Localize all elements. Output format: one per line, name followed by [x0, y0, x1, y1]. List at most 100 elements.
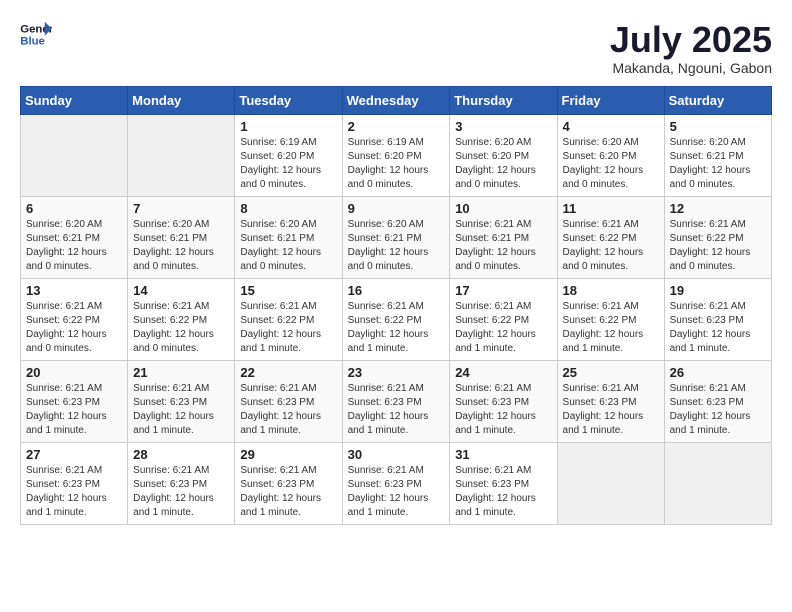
- location-subtitle: Makanda, Ngouni, Gabon: [610, 60, 772, 76]
- day-info: Sunrise: 6:21 AM Sunset: 6:22 PM Dayligh…: [240, 300, 336, 356]
- logo: General Blue: [20, 20, 52, 48]
- day-info: Sunrise: 6:21 AM Sunset: 6:23 PM Dayligh…: [348, 464, 445, 520]
- svg-text:Blue: Blue: [20, 36, 45, 48]
- calendar-cell: 28 Sunrise: 6:21 AM Sunset: 6:23 PM Dayli…: [128, 442, 235, 524]
- day-number: 22: [240, 365, 336, 380]
- day-info: Sunrise: 6:20 AM Sunset: 6:21 PM Dayligh…: [133, 218, 229, 274]
- day-number: 4: [563, 119, 659, 134]
- day-info: Sunrise: 6:19 AM Sunset: 6:20 PM Dayligh…: [240, 136, 336, 192]
- calendar-cell: 16 Sunrise: 6:21 AM Sunset: 6:22 PM Dayli…: [342, 278, 450, 360]
- calendar-cell: 25 Sunrise: 6:21 AM Sunset: 6:23 PM Dayli…: [557, 360, 664, 442]
- calendar-cell: 3 Sunrise: 6:20 AM Sunset: 6:20 PM Daylig…: [450, 114, 557, 196]
- day-info: Sunrise: 6:20 AM Sunset: 6:21 PM Dayligh…: [26, 218, 122, 274]
- day-number: 18: [563, 283, 659, 298]
- day-info: Sunrise: 6:20 AM Sunset: 6:20 PM Dayligh…: [455, 136, 551, 192]
- calendar-cell: 1 Sunrise: 6:19 AM Sunset: 6:20 PM Daylig…: [235, 114, 342, 196]
- day-number: 13: [26, 283, 122, 298]
- day-info: Sunrise: 6:19 AM Sunset: 6:20 PM Dayligh…: [348, 136, 445, 192]
- header-monday: Monday: [128, 86, 235, 114]
- day-info: Sunrise: 6:21 AM Sunset: 6:21 PM Dayligh…: [455, 218, 551, 274]
- day-info: Sunrise: 6:21 AM Sunset: 6:23 PM Dayligh…: [26, 464, 122, 520]
- calendar-cell: 19 Sunrise: 6:21 AM Sunset: 6:23 PM Dayli…: [664, 278, 771, 360]
- day-info: Sunrise: 6:21 AM Sunset: 6:23 PM Dayligh…: [670, 382, 766, 438]
- calendar-week-3: 13 Sunrise: 6:21 AM Sunset: 6:22 PM Dayli…: [21, 278, 772, 360]
- day-info: Sunrise: 6:21 AM Sunset: 6:23 PM Dayligh…: [133, 382, 229, 438]
- calendar-cell: 22Sunrise: 6:21 AM Sunset: 6:23 PM Dayli…: [235, 360, 342, 442]
- day-info: Sunrise: 6:21 AM Sunset: 6:23 PM Dayligh…: [240, 464, 336, 520]
- logo-icon: General Blue: [20, 20, 52, 48]
- calendar-cell: 8 Sunrise: 6:20 AM Sunset: 6:21 PM Daylig…: [235, 196, 342, 278]
- day-number: 14: [133, 283, 229, 298]
- day-info: Sunrise: 6:21 AM Sunset: 6:22 PM Dayligh…: [348, 300, 445, 356]
- day-info: Sunrise: 6:21 AM Sunset: 6:22 PM Dayligh…: [563, 300, 659, 356]
- day-number: 7: [133, 201, 229, 216]
- calendar-cell: [128, 114, 235, 196]
- calendar-header-row: SundayMondayTuesdayWednesdayThursdayFrid…: [21, 86, 772, 114]
- day-info: Sunrise: 6:21 AM Sunset: 6:23 PM Dayligh…: [670, 300, 766, 356]
- calendar-week-1: 1 Sunrise: 6:19 AM Sunset: 6:20 PM Daylig…: [21, 114, 772, 196]
- day-number: 26: [670, 365, 766, 380]
- calendar-week-2: 6 Sunrise: 6:20 AM Sunset: 6:21 PM Daylig…: [21, 196, 772, 278]
- calendar-cell: 24Sunrise: 6:21 AM Sunset: 6:23 PM Dayli…: [450, 360, 557, 442]
- month-title: July 2025: [610, 20, 772, 60]
- header-saturday: Saturday: [664, 86, 771, 114]
- day-info: Sunrise: 6:20 AM Sunset: 6:21 PM Dayligh…: [670, 136, 766, 192]
- day-info: Sunrise: 6:21 AM Sunset: 6:22 PM Dayligh…: [670, 218, 766, 274]
- day-number: 20: [26, 365, 122, 380]
- calendar-cell: 10Sunrise: 6:21 AM Sunset: 6:21 PM Dayli…: [450, 196, 557, 278]
- day-number: 5: [670, 119, 766, 134]
- day-info: Sunrise: 6:21 AM Sunset: 6:22 PM Dayligh…: [455, 300, 551, 356]
- title-block: July 2025 Makanda, Ngouni, Gabon: [610, 20, 772, 76]
- calendar-cell: [557, 442, 664, 524]
- calendar-cell: 26 Sunrise: 6:21 AM Sunset: 6:23 PM Dayli…: [664, 360, 771, 442]
- day-number: 28: [133, 447, 229, 462]
- day-number: 1: [240, 119, 336, 134]
- day-number: 29: [240, 447, 336, 462]
- day-number: 16: [348, 283, 445, 298]
- day-number: 17: [455, 283, 551, 298]
- day-number: 12: [670, 201, 766, 216]
- calendar-cell: 27 Sunrise: 6:21 AM Sunset: 6:23 PM Dayli…: [21, 442, 128, 524]
- day-number: 27: [26, 447, 122, 462]
- calendar-cell: 17 Sunrise: 6:21 AM Sunset: 6:22 PM Dayli…: [450, 278, 557, 360]
- calendar-cell: 12 Sunrise: 6:21 AM Sunset: 6:22 PM Dayli…: [664, 196, 771, 278]
- day-number: 3: [455, 119, 551, 134]
- calendar-cell: [664, 442, 771, 524]
- calendar-cell: 7 Sunrise: 6:20 AM Sunset: 6:21 PM Daylig…: [128, 196, 235, 278]
- calendar-cell: 20 Sunrise: 6:21 AM Sunset: 6:23 PM Dayli…: [21, 360, 128, 442]
- calendar-cell: 9 Sunrise: 6:20 AM Sunset: 6:21 PM Daylig…: [342, 196, 450, 278]
- header-tuesday: Tuesday: [235, 86, 342, 114]
- calendar-cell: 2Sunrise: 6:19 AM Sunset: 6:20 PM Daylig…: [342, 114, 450, 196]
- page-header: General Blue July 2025 Makanda, Ngouni, …: [20, 20, 772, 76]
- calendar-cell: 14Sunrise: 6:21 AM Sunset: 6:22 PM Dayli…: [128, 278, 235, 360]
- day-number: 9: [348, 201, 445, 216]
- day-number: 21: [133, 365, 229, 380]
- day-number: 19: [670, 283, 766, 298]
- day-info: Sunrise: 6:21 AM Sunset: 6:23 PM Dayligh…: [133, 464, 229, 520]
- day-info: Sunrise: 6:21 AM Sunset: 6:22 PM Dayligh…: [563, 218, 659, 274]
- day-number: 6: [26, 201, 122, 216]
- header-wednesday: Wednesday: [342, 86, 450, 114]
- calendar-cell: 23Sunrise: 6:21 AM Sunset: 6:23 PM Dayli…: [342, 360, 450, 442]
- calendar-cell: 15 Sunrise: 6:21 AM Sunset: 6:22 PM Dayli…: [235, 278, 342, 360]
- day-info: Sunrise: 6:20 AM Sunset: 6:21 PM Dayligh…: [348, 218, 445, 274]
- day-number: 25: [563, 365, 659, 380]
- day-number: 8: [240, 201, 336, 216]
- day-info: Sunrise: 6:20 AM Sunset: 6:20 PM Dayligh…: [563, 136, 659, 192]
- calendar-cell: [21, 114, 128, 196]
- day-info: Sunrise: 6:20 AM Sunset: 6:21 PM Dayligh…: [240, 218, 336, 274]
- calendar-cell: 6 Sunrise: 6:20 AM Sunset: 6:21 PM Daylig…: [21, 196, 128, 278]
- header-friday: Friday: [557, 86, 664, 114]
- day-number: 23: [348, 365, 445, 380]
- day-number: 15: [240, 283, 336, 298]
- day-info: Sunrise: 6:21 AM Sunset: 6:23 PM Dayligh…: [563, 382, 659, 438]
- calendar-week-4: 20 Sunrise: 6:21 AM Sunset: 6:23 PM Dayli…: [21, 360, 772, 442]
- calendar-table: SundayMondayTuesdayWednesdayThursdayFrid…: [20, 86, 772, 525]
- calendar-cell: 11 Sunrise: 6:21 AM Sunset: 6:22 PM Dayli…: [557, 196, 664, 278]
- calendar-cell: 21 Sunrise: 6:21 AM Sunset: 6:23 PM Dayli…: [128, 360, 235, 442]
- day-number: 11: [563, 201, 659, 216]
- calendar-week-5: 27 Sunrise: 6:21 AM Sunset: 6:23 PM Dayli…: [21, 442, 772, 524]
- day-info: Sunrise: 6:21 AM Sunset: 6:22 PM Dayligh…: [26, 300, 122, 356]
- calendar-cell: 5 Sunrise: 6:20 AM Sunset: 6:21 PM Daylig…: [664, 114, 771, 196]
- day-info: Sunrise: 6:21 AM Sunset: 6:23 PM Dayligh…: [26, 382, 122, 438]
